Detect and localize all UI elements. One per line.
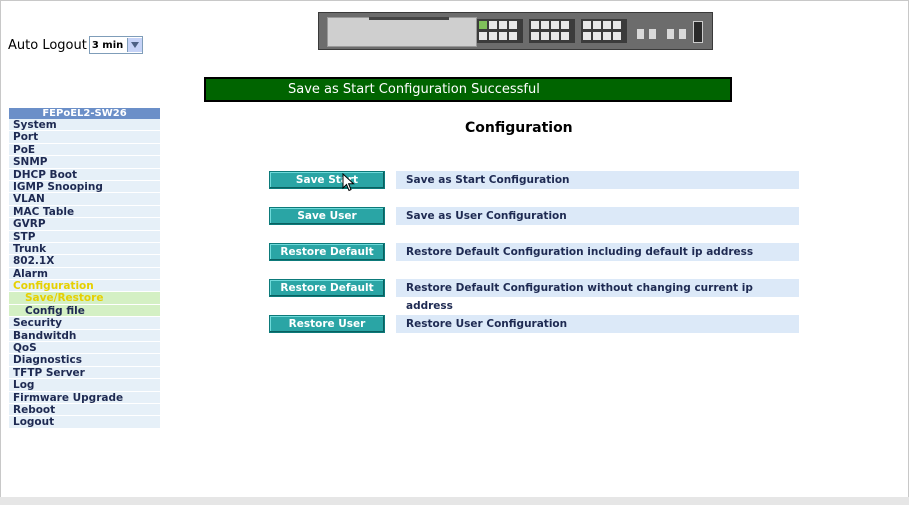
mouse-pointer-icon [342,173,355,192]
uplink-port-4 [679,29,686,39]
console-port [693,21,703,43]
sidebar-item-alarm[interactable]: Alarm [9,267,160,281]
page-title: Configuration [465,120,573,136]
restore-default-button[interactable]: Restore Default [269,243,385,261]
restore-default-keep-ip-description: Restore Default Configuration without ch… [396,279,799,312]
sidebar-item-mac-table[interactable]: MAC Table [9,205,160,219]
uplink-port-1 [637,29,644,39]
config-row-restore-user: Restore User Restore User Configuration [269,315,799,333]
config-row-save-user: Save User Save as User Configuration [269,207,799,225]
sidebar-item-stp[interactable]: STP [9,230,160,243]
switch-panel-face [327,17,477,47]
sidebar-item-port[interactable]: Port [9,131,160,144]
sidebar-item-diagnostics[interactable]: Diagnostics [9,354,160,367]
sidebar-item-logout[interactable]: Logout [9,416,160,429]
sidebar-item-log[interactable]: Log [9,379,160,392]
port-group-2 [529,19,575,43]
sidebar-item-configuration[interactable]: Configuration [9,280,160,293]
config-row-restore-default-ip: Restore Default Restore Default Configur… [269,243,799,261]
sidebar-item-qos[interactable]: QoS [9,342,160,355]
switch-front-panel-image [318,12,713,50]
sidebar-item-dhcp-boot[interactable]: DHCP Boot [9,168,160,181]
restore-user-button[interactable]: Restore User [269,315,385,333]
chevron-down-icon[interactable] [127,38,143,52]
sidebar-item-snmp[interactable]: SNMP [9,156,160,169]
uplink-port-2 [649,29,656,39]
status-banner: Save as Start Configuration Successful [204,77,732,102]
sidebar-subitem-save-restore[interactable]: Save/Restore [9,292,160,305]
sidebar-item-vlan[interactable]: VLAN [9,193,160,206]
restore-default-keep-ip-button[interactable]: Restore Default [269,279,385,297]
save-user-button[interactable]: Save User [269,207,385,225]
bottom-strip [0,497,909,505]
auto-logout-label: Auto Logout [8,37,87,53]
port-group-3 [581,19,627,43]
sidebar-item-system[interactable]: System [9,119,160,132]
config-row-restore-default-keep-ip: Restore Default Restore Default Configur… [269,279,799,312]
sidebar-title: FEPoEL2-SW26 [9,108,160,119]
sidebar-item-tftp-server[interactable]: TFTP Server [9,366,160,380]
save-start-button[interactable]: Save Start [269,171,385,189]
switch-panel-strip [369,17,449,20]
save-start-description: Save as Start Configuration [396,171,799,189]
auto-logout: Auto Logout 3 min [8,36,144,54]
sidebar-item-gvrp[interactable]: GVRP [9,218,160,231]
uplink-port-3 [667,29,674,39]
sidebar-item-trunk[interactable]: Trunk [9,242,160,256]
sidebar-item-poe[interactable]: PoE [9,143,160,157]
sidebar-item-firmware-upgrade[interactable]: Firmware Upgrade [9,391,160,404]
sidebar-item-reboot[interactable]: Reboot [9,403,160,417]
port-group-1 [477,19,523,43]
sidebar-item-bandwidth[interactable]: Bandwitdh [9,329,160,343]
sidebar-subitem-config-file[interactable]: Config file [9,304,160,318]
sidebar-item-security[interactable]: Security [9,317,160,330]
sidebar-item-igmp-snooping[interactable]: IGMP Snooping [9,180,160,194]
save-user-description: Save as User Configuration [396,207,799,225]
restore-user-description: Restore User Configuration [396,315,799,333]
config-row-save-start: Save Start Save as Start Configuration [269,171,799,189]
restore-default-description: Restore Default Configuration including … [396,243,799,261]
sidebar-item-8021x[interactable]: 802.1X [9,255,160,268]
sidebar: FEPoEL2-SW26 System Port PoE SNMP DHCP B… [9,108,160,429]
auto-logout-value: 3 min [91,39,124,51]
auto-logout-select[interactable]: 3 min [88,36,144,54]
